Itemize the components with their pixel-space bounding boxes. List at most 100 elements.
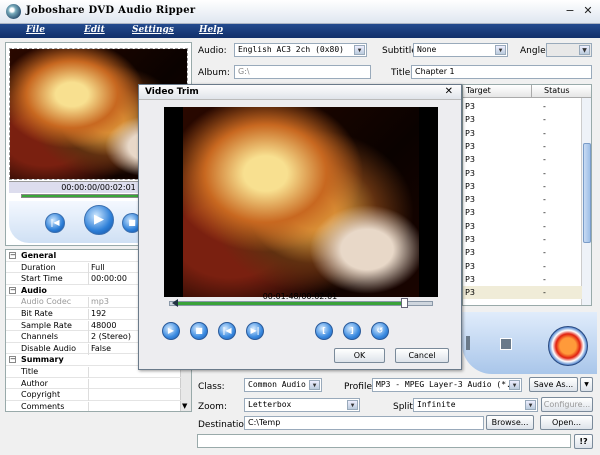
property-value[interactable]: 192 [88,309,106,320]
row-target: P3 [465,128,475,138]
property-value[interactable]: Full [88,262,105,274]
row-target: P3 [465,288,475,298]
list-row[interactable]: P3 - [463,220,582,233]
trim-position-knob[interactable] [400,298,408,308]
row-status: - [543,235,546,244]
configure-button[interactable]: Configure... [541,397,593,412]
video-trim-dialog: Video Trim ✕ 00:01:48/00:02:01 ▶ ■ |◀ ▶|… [138,84,462,370]
trim-set-end-button[interactable]: ] [343,322,361,340]
trim-next-button[interactable]: ▶| [246,322,264,340]
row-status: - [543,115,546,125]
list-row[interactable]: P3 - [463,273,582,286]
list-row[interactable]: P3 - [463,233,582,246]
property-row[interactable]: Copyright [6,389,181,402]
trim-reset-button[interactable]: ↺ [371,322,389,340]
split-select-value: Infinite [417,400,456,409]
property-value[interactable]: False [88,343,111,355]
cancel-button[interactable]: Cancel [395,348,449,363]
property-row[interactable]: Author [6,378,181,390]
property-value[interactable] [88,367,91,378]
row-target: P3 [465,155,475,165]
play-button[interactable]: ▶ [84,205,114,235]
chevron-down-icon: ▼ [495,45,506,55]
property-value[interactable]: mp3 [88,297,109,309]
class-select[interactable]: Common Audio ▼ [244,378,322,392]
property-value[interactable]: 00:00:00 [88,274,127,286]
column-target[interactable]: Target [463,85,531,98]
collapse-icon[interactable]: − [9,252,16,259]
chevron-down-icon: ▼ [509,380,520,390]
list-row[interactable]: P3 - [463,286,582,300]
chevron-down-icon: ▼ [525,400,536,410]
list-row[interactable]: P3 - [463,140,582,153]
list-row[interactable]: P3 - [463,113,582,126]
profile-select[interactable]: MP3 - MPEG Layer-3 Audio (*.mp3) ▼ [372,378,522,392]
row-target: P3 [465,195,475,205]
subtitle-select[interactable]: None ▼ [413,43,508,57]
trim-selection [177,302,403,305]
zoom-select-value: Letterbox [248,400,292,409]
audio-select[interactable]: English AC3 2ch (0x80) ▼ [234,43,367,57]
trim-play-button[interactable]: ▶ [162,322,180,340]
trim-prev-button[interactable]: |◀ [218,322,236,340]
property-key: Disable Audio [21,343,76,353]
column-status[interactable]: Status [531,85,591,98]
menu-edit[interactable]: Edit [84,25,105,35]
trim-start-marker[interactable] [172,299,178,307]
dialog-close-button[interactable]: ✕ [445,86,453,97]
property-value[interactable]: 48000 [88,320,116,332]
list-row[interactable]: P3 - [463,260,582,273]
list-row[interactable]: P3 - [463,193,582,206]
list-row[interactable]: P3 - [463,167,582,180]
trim-stop-button[interactable]: ■ [190,322,208,340]
chevron-down-icon: ▼ [579,45,590,55]
list-row[interactable]: P3 - [463,100,582,113]
property-group-label: General [21,251,57,260]
property-value[interactable] [88,390,91,402]
menu-settings[interactable]: Settings [132,25,174,35]
property-value[interactable] [88,378,91,390]
save-as-menu-button[interactable]: ▼ [580,377,593,392]
zoom-select[interactable]: Letterbox ▼ [244,398,360,412]
property-key: Author [21,378,48,388]
menu-file[interactable]: File [26,25,45,35]
destination-input[interactable]: C:\Temp [244,416,484,430]
list-scroll-thumb[interactable] [583,143,591,243]
property-value[interactable]: 2 (Stereo) [88,332,131,344]
start-convert-button[interactable] [548,326,588,366]
row-target: P3 [465,141,475,151]
audio-label: Audio: [198,46,227,56]
dialog-title-bar: Video Trim ✕ [139,85,461,100]
list-row[interactable]: P3 - [463,206,582,219]
split-select[interactable]: Infinite ▼ [413,398,538,412]
list-row[interactable]: P3 - [463,246,582,259]
browse-button[interactable]: Browse... [486,415,534,430]
trim-set-start-button[interactable]: [ [315,322,333,340]
ok-button[interactable]: OK [334,348,385,363]
close-button[interactable]: ✕ [580,3,596,19]
open-button[interactable]: Open... [540,415,593,430]
save-as-button[interactable]: Save As... [529,377,578,392]
list-row[interactable]: P3 - [463,180,582,193]
row-target: P3 [465,274,475,284]
help-button[interactable]: !? [574,434,593,449]
minimize-button[interactable]: − [562,3,578,19]
list-row[interactable]: P3 - [463,127,582,140]
list-row[interactable]: P3 - [463,153,582,166]
property-value[interactable] [88,401,91,411]
collapse-icon[interactable]: − [9,356,16,364]
angle-select[interactable]: ▼ [546,43,592,57]
trim-frame-picture [183,107,419,297]
pause-icon[interactable] [466,336,470,350]
list-scrollbar[interactable] [581,98,591,305]
stop-convert-button[interactable] [500,338,512,350]
album-input[interactable]: G:\ [234,65,371,79]
menu-help[interactable]: Help [199,25,223,35]
title-input[interactable]: Chapter 1 [411,65,592,79]
collapse-icon[interactable]: − [9,286,16,294]
row-target: P3 [465,115,475,125]
property-row[interactable]: Comments [6,401,181,411]
previous-frame-button[interactable]: |◀ [45,213,65,233]
property-key: Bit Rate [21,309,53,318]
subtitle-select-value: None [417,45,437,54]
